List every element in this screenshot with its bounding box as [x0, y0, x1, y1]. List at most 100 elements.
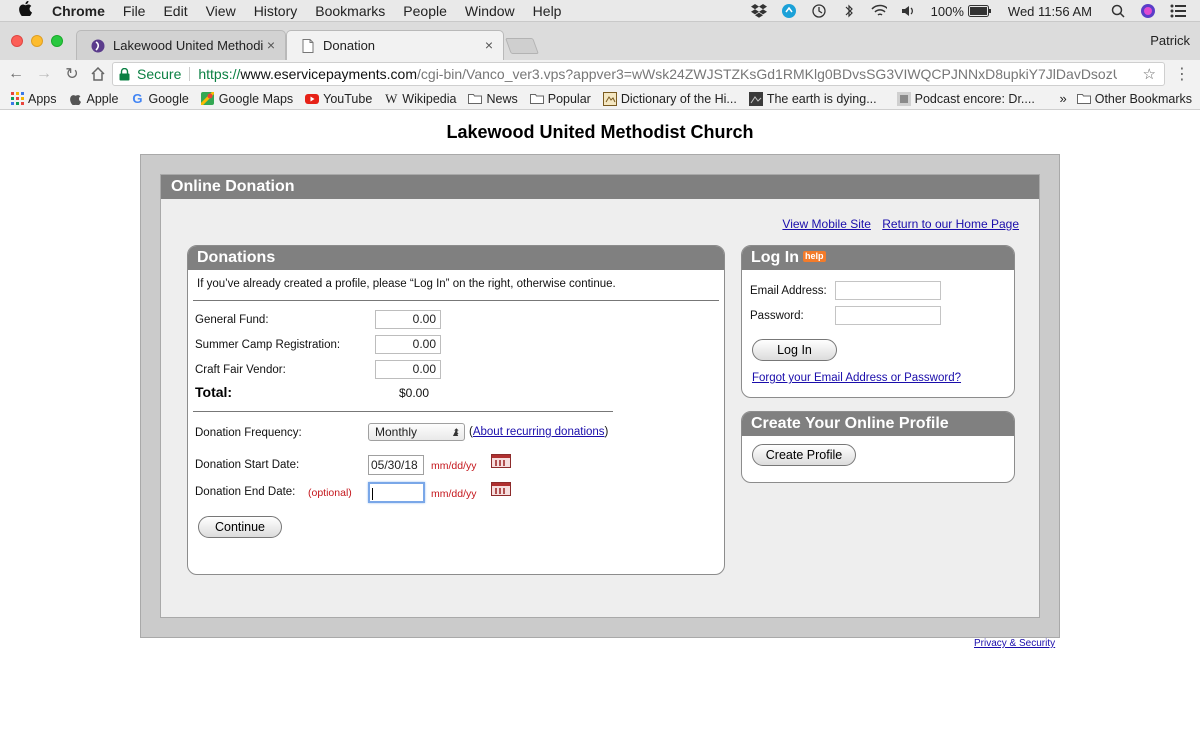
password-field[interactable]	[835, 306, 941, 325]
apple-logo-icon	[69, 92, 83, 106]
bookmark-earth[interactable]: The earth is dying...	[748, 91, 877, 106]
summer-camp-input[interactable]: 0.00	[375, 335, 441, 354]
menu-edit[interactable]: Edit	[163, 3, 187, 19]
menu-help[interactable]: Help	[533, 3, 562, 19]
tab-lakewood[interactable]: Lakewood United Methodist Ch ×	[76, 30, 286, 60]
tab-close-icon[interactable]: ×	[267, 37, 275, 53]
bookmarks-more-chevron[interactable]: »	[1060, 91, 1067, 106]
bookmark-popular[interactable]: Popular	[529, 91, 591, 106]
bookmark-apps[interactable]: Apps	[10, 92, 57, 106]
bookmark-label: Google	[148, 91, 189, 106]
calendar-icon[interactable]	[491, 482, 511, 496]
about-recurring-link[interactable]: About recurring donations	[473, 426, 605, 438]
calendar-icon[interactable]	[491, 454, 511, 468]
bookmark-google-maps[interactable]: Google Maps	[201, 92, 293, 106]
window-zoom-button[interactable]	[51, 35, 63, 47]
bookmark-label: Apps	[28, 91, 57, 106]
create-profile-title: Create Your Online Profile	[742, 412, 1014, 436]
back-arrow-icon[interactable]: ←	[6, 64, 26, 84]
menu-window[interactable]: Window	[465, 3, 515, 19]
login-button[interactable]: Log In	[752, 339, 837, 361]
notification-center-icon[interactable]	[1170, 3, 1186, 19]
menu-file[interactable]: File	[123, 3, 146, 19]
start-date-label: Donation Start Date:	[195, 459, 300, 471]
tab-donation[interactable]: Donation ×	[286, 30, 504, 60]
fund-label: General Fund:	[195, 314, 269, 326]
time-machine-icon[interactable]	[811, 3, 827, 19]
volume-icon[interactable]	[901, 3, 917, 19]
window-minimize-button[interactable]	[31, 35, 43, 47]
reload-icon[interactable]: ↻	[62, 64, 82, 84]
chrome-menu-icon[interactable]: ⋮	[1174, 64, 1190, 84]
menu-people[interactable]: People	[403, 3, 447, 19]
view-mobile-site-link[interactable]: View Mobile Site	[782, 217, 871, 231]
bluetooth-icon[interactable]	[841, 3, 857, 19]
return-home-link[interactable]: Return to our Home Page	[882, 217, 1019, 231]
menu-bookmarks[interactable]: Bookmarks	[315, 3, 385, 19]
start-date-input[interactable]: 05/30/18	[368, 455, 424, 475]
menu-history[interactable]: History	[254, 3, 298, 19]
online-donation-panel: Online Donation View Mobile Site Return …	[160, 174, 1040, 618]
address-bar[interactable]: Secure https:// www.eservicepayments.com…	[112, 62, 1165, 86]
help-badge[interactable]: help	[802, 251, 826, 262]
bookmark-google[interactable]: G Google	[130, 91, 189, 106]
top-links: View Mobile Site Return to our Home Page	[774, 217, 1019, 231]
clock[interactable]: Wed 11:56 AM	[1008, 4, 1092, 19]
spotlight-search-icon[interactable]	[1110, 3, 1126, 19]
bookmark-star-icon[interactable]: ☆	[1143, 65, 1156, 83]
menu-view[interactable]: View	[206, 3, 236, 19]
date-format-hint: mm/dd/yy	[431, 488, 477, 500]
bookmark-podcast[interactable]: Podcast encore: Dr....	[896, 91, 1035, 106]
frequency-select[interactable]: Monthly ▲ ⬍	[368, 423, 465, 441]
home-icon[interactable]	[88, 64, 108, 84]
url-scheme: https://	[198, 66, 241, 82]
create-profile-box: Create Your Online Profile Create Profil…	[741, 411, 1015, 483]
bookmark-label: News	[486, 91, 518, 106]
optional-hint: (optional)	[308, 487, 352, 499]
fund-label: Craft Fair Vendor:	[195, 364, 286, 376]
bookmark-wikipedia[interactable]: W Wikipedia	[384, 90, 457, 106]
new-tab-button[interactable]	[505, 38, 539, 54]
apps-grid-icon	[10, 92, 24, 106]
craft-fair-input[interactable]: 0.00	[375, 360, 441, 379]
divider	[193, 411, 613, 412]
window-close-button[interactable]	[11, 35, 23, 47]
about-recurring: (About recurring donations)	[469, 426, 608, 438]
wifi-icon[interactable]	[871, 3, 887, 19]
bookmark-label: Apple	[86, 91, 119, 106]
folder-icon	[1076, 92, 1091, 106]
bookmark-label: Popular	[547, 91, 591, 106]
bookmark-apple[interactable]: Apple	[69, 91, 119, 106]
tab-close-icon[interactable]: ×	[485, 37, 493, 53]
apple-menu-icon[interactable]	[14, 0, 36, 20]
siri-icon[interactable]	[1140, 3, 1156, 19]
menu-app-name[interactable]: Chrome	[52, 3, 105, 19]
date-format-hint: mm/dd/yy	[431, 460, 477, 472]
email-field[interactable]	[835, 281, 941, 300]
youtube-icon	[305, 92, 320, 106]
wikipedia-w-icon: W	[385, 90, 398, 106]
folder-icon	[468, 92, 483, 106]
continue-button[interactable]: Continue	[198, 516, 282, 538]
login-title: Log In help	[742, 246, 1014, 270]
lock-icon[interactable]	[119, 67, 131, 81]
forward-arrow-icon[interactable]: →	[34, 64, 54, 84]
login-button-label: Log In	[777, 343, 812, 357]
bookmark-other[interactable]: Other Bookmarks	[1076, 92, 1192, 106]
forgot-credentials-link[interactable]: Forgot your Email Address or Password?	[752, 372, 961, 384]
url-host: www.eservicepayments.com	[240, 66, 418, 82]
battery-icon[interactable]	[967, 3, 992, 19]
general-fund-input[interactable]: 0.00	[375, 310, 441, 329]
bookmark-label: Wikipedia	[402, 91, 457, 106]
bookmark-dictionary[interactable]: Dictionary of the Hi...	[602, 91, 737, 106]
bookmark-youtube[interactable]: YouTube	[305, 92, 372, 106]
secure-label[interactable]: Secure	[137, 66, 181, 82]
end-date-input[interactable]	[368, 482, 425, 503]
profile-name[interactable]: Patrick	[1150, 33, 1190, 48]
dropbox-icon[interactable]	[750, 3, 767, 19]
privacy-security-link[interactable]: Privacy & Security	[974, 638, 1055, 649]
bookmark-news[interactable]: News	[468, 91, 518, 106]
total-value: $0.00	[399, 386, 430, 400]
sync-app-icon[interactable]	[781, 3, 797, 19]
create-profile-button[interactable]: Create Profile	[752, 444, 856, 466]
